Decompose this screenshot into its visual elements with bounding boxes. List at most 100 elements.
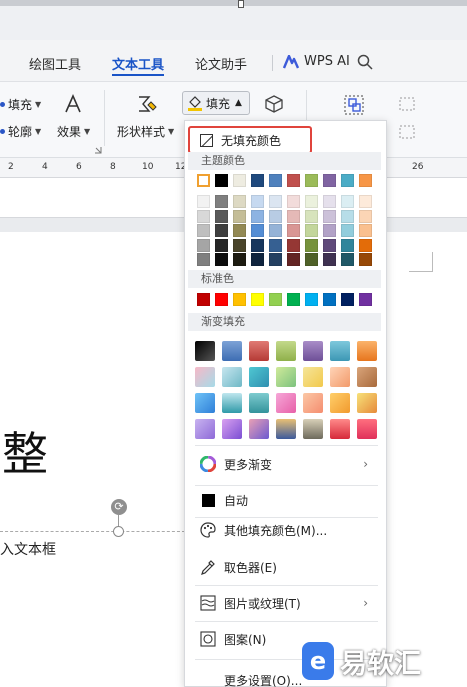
- theme-color-swatch[interactable]: [251, 174, 264, 187]
- tab-draw-tools[interactable]: 绘图工具: [29, 54, 81, 73]
- theme-shade-swatch[interactable]: [215, 253, 228, 267]
- no-fill-option[interactable]: 无填充颜色: [188, 126, 312, 154]
- theme-shade-swatch[interactable]: [341, 253, 354, 267]
- standard-color-swatch[interactable]: [197, 293, 210, 306]
- theme-shade-swatch[interactable]: [251, 253, 264, 267]
- theme-shade-swatch[interactable]: [215, 238, 228, 252]
- theme-shade-swatch[interactable]: [305, 253, 318, 267]
- text-fill-button[interactable]: 填充 ▼: [0, 96, 41, 113]
- standard-color-swatch[interactable]: [233, 293, 246, 306]
- theme-shade-swatch[interactable]: [323, 253, 336, 267]
- dialog-launcher-icon[interactable]: [94, 146, 102, 154]
- theme-shade-swatch[interactable]: [215, 209, 228, 223]
- gradient-swatch[interactable]: [357, 393, 377, 413]
- theme-color-swatch[interactable]: [323, 174, 336, 187]
- theme-shade-swatch[interactable]: [197, 224, 210, 238]
- gradient-swatch[interactable]: [303, 419, 323, 439]
- gradient-swatch[interactable]: [330, 419, 350, 439]
- gradient-swatch[interactable]: [222, 341, 242, 361]
- theme-color-swatch[interactable]: [233, 174, 246, 187]
- theme-shade-swatch[interactable]: [359, 224, 372, 238]
- tab-wps-ai[interactable]: WPS AI: [283, 54, 350, 69]
- gradient-swatch[interactable]: [330, 367, 350, 387]
- gradient-swatch[interactable]: [249, 393, 269, 413]
- theme-shade-swatch[interactable]: [233, 224, 246, 238]
- textbox-resize-handle[interactable]: [113, 526, 124, 537]
- resize-handle[interactable]: [238, 0, 244, 8]
- theme-shade-swatch[interactable]: [359, 238, 372, 252]
- theme-shade-swatch[interactable]: [341, 224, 354, 238]
- theme-shade-swatch[interactable]: [197, 253, 210, 267]
- gradient-swatch[interactable]: [195, 341, 215, 361]
- theme-shade-swatch[interactable]: [197, 238, 210, 252]
- theme-shade-swatch[interactable]: [305, 224, 318, 238]
- theme-shade-swatch[interactable]: [269, 209, 282, 223]
- gradient-swatch[interactable]: [222, 393, 242, 413]
- theme-shade-swatch[interactable]: [251, 209, 264, 223]
- theme-shade-swatch[interactable]: [251, 195, 264, 208]
- 3d-cube-icon[interactable]: [264, 94, 284, 114]
- theme-shade-swatch[interactable]: [287, 253, 300, 267]
- theme-shade-swatch[interactable]: [233, 238, 246, 252]
- theme-shade-swatch[interactable]: [197, 195, 210, 208]
- effects-button[interactable]: 效果 ▼: [57, 123, 90, 140]
- gradient-swatch[interactable]: [195, 393, 215, 413]
- gradient-swatch[interactable]: [276, 341, 296, 361]
- standard-color-swatch[interactable]: [305, 293, 318, 306]
- gradient-swatch[interactable]: [276, 419, 296, 439]
- theme-shade-swatch[interactable]: [269, 238, 282, 252]
- theme-shade-swatch[interactable]: [359, 195, 372, 208]
- theme-shade-swatch[interactable]: [305, 238, 318, 252]
- shape-style-button[interactable]: 形状样式 ▼: [117, 123, 174, 140]
- search-icon[interactable]: [357, 54, 373, 70]
- group-objects-icon[interactable]: [343, 94, 365, 116]
- align-top-icon[interactable]: [398, 96, 416, 112]
- textbox-content[interactable]: 入文本框: [0, 539, 56, 559]
- theme-shade-swatch[interactable]: [341, 209, 354, 223]
- standard-color-swatch[interactable]: [251, 293, 264, 306]
- gradient-swatch[interactable]: [357, 341, 377, 361]
- theme-color-swatch[interactable]: [359, 174, 372, 187]
- gradient-swatch[interactable]: [222, 419, 242, 439]
- theme-shade-swatch[interactable]: [323, 238, 336, 252]
- more-gradients-item[interactable]: 更多渐变 ›: [185, 449, 386, 479]
- gradient-swatch[interactable]: [330, 341, 350, 361]
- theme-shade-swatch[interactable]: [305, 209, 318, 223]
- other-fill-colors-item[interactable]: 其他填充颜色(M)...: [185, 515, 386, 545]
- theme-shade-swatch[interactable]: [341, 195, 354, 208]
- theme-color-swatch[interactable]: [197, 174, 210, 187]
- gradient-swatch[interactable]: [357, 419, 377, 439]
- theme-shade-swatch[interactable]: [233, 195, 246, 208]
- theme-shade-swatch[interactable]: [215, 195, 228, 208]
- theme-shade-swatch[interactable]: [251, 224, 264, 238]
- theme-shade-swatch[interactable]: [359, 209, 372, 223]
- standard-color-swatch[interactable]: [215, 293, 228, 306]
- gradient-swatch[interactable]: [276, 367, 296, 387]
- gradient-swatch[interactable]: [276, 393, 296, 413]
- shape-style-icon[interactable]: [136, 94, 158, 114]
- theme-shade-swatch[interactable]: [215, 224, 228, 238]
- standard-color-swatch[interactable]: [323, 293, 336, 306]
- auto-color-item[interactable]: 自动: [185, 485, 386, 515]
- theme-shade-swatch[interactable]: [287, 238, 300, 252]
- tab-paper-assistant[interactable]: 论文助手: [195, 54, 247, 73]
- shape-fill-button[interactable]: 填充 ▲: [182, 91, 250, 115]
- theme-shade-swatch[interactable]: [341, 238, 354, 252]
- theme-shade-swatch[interactable]: [287, 209, 300, 223]
- gradient-swatch[interactable]: [303, 393, 323, 413]
- theme-shade-swatch[interactable]: [269, 253, 282, 267]
- gradient-swatch[interactable]: [249, 419, 269, 439]
- rotate-handle-icon[interactable]: ⟳: [111, 499, 127, 515]
- gradient-swatch[interactable]: [195, 419, 215, 439]
- standard-color-swatch[interactable]: [341, 293, 354, 306]
- theme-shade-swatch[interactable]: [287, 195, 300, 208]
- theme-color-swatch[interactable]: [215, 174, 228, 187]
- theme-color-swatch[interactable]: [287, 174, 300, 187]
- text-effect-a-icon[interactable]: [63, 94, 83, 114]
- gradient-swatch[interactable]: [249, 341, 269, 361]
- theme-color-swatch[interactable]: [269, 174, 282, 187]
- theme-shade-swatch[interactable]: [233, 209, 246, 223]
- gradient-swatch[interactable]: [195, 367, 215, 387]
- theme-shade-swatch[interactable]: [323, 195, 336, 208]
- standard-color-swatch[interactable]: [359, 293, 372, 306]
